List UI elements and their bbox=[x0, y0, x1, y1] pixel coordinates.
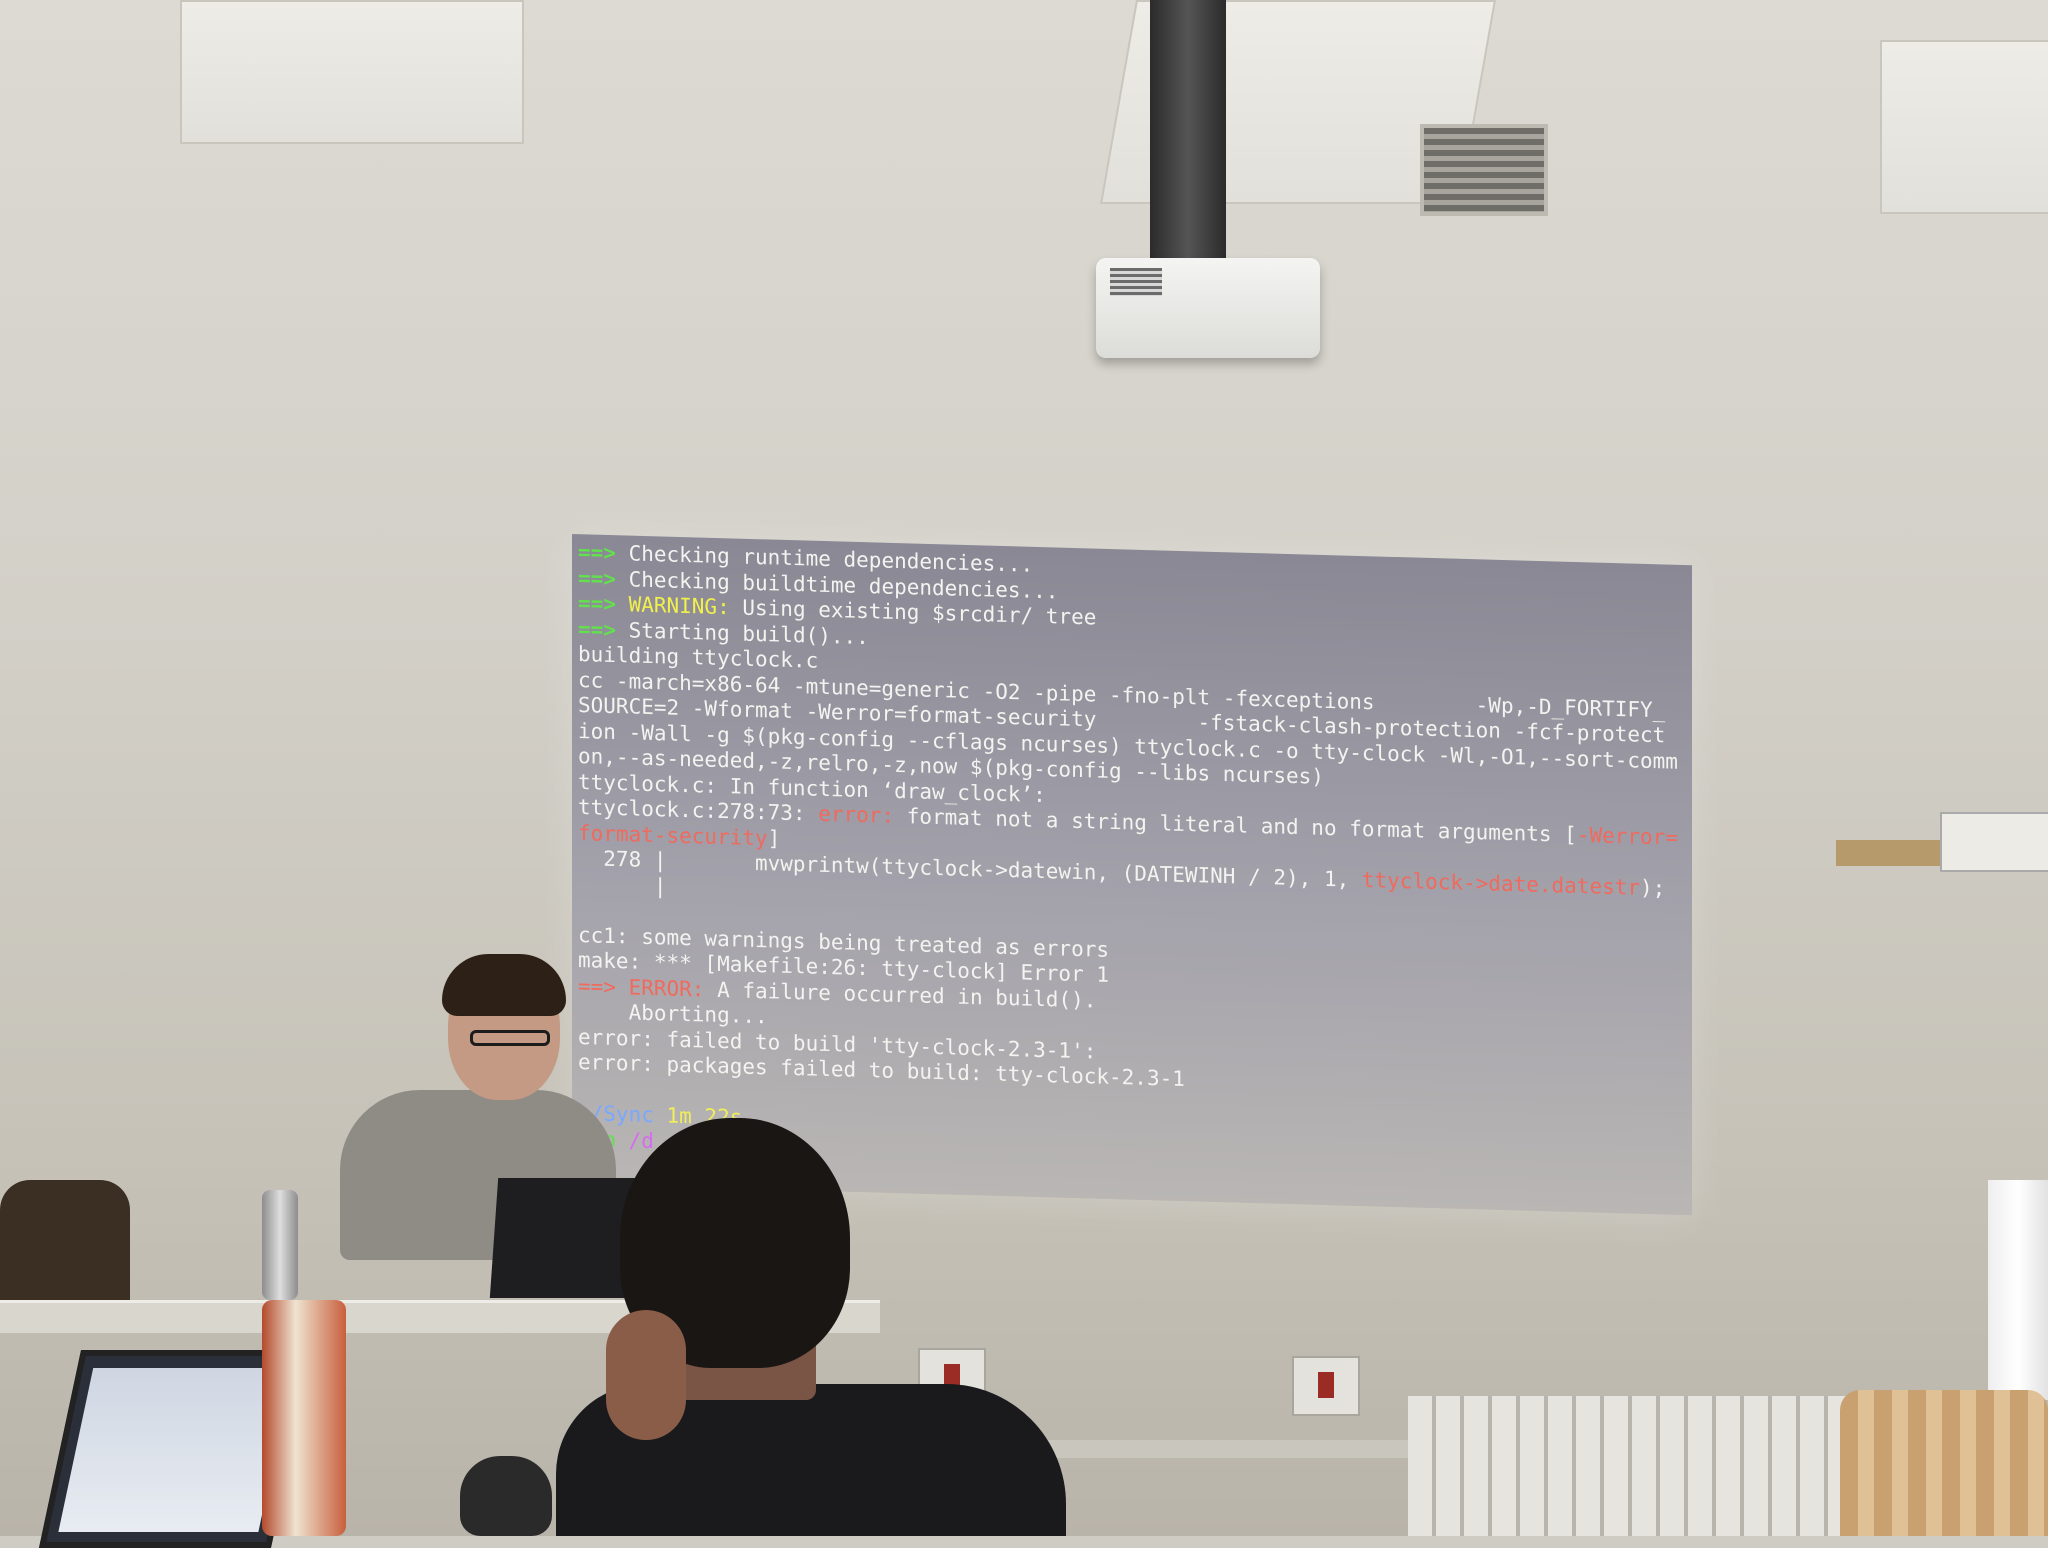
radiator bbox=[1408, 1396, 1848, 1536]
terminal-text-segment: ==> bbox=[578, 540, 629, 566]
ceiling-light-panel-left bbox=[180, 0, 524, 144]
paper-roll bbox=[1988, 1180, 2048, 1400]
projector-vent-grille bbox=[1110, 268, 1162, 296]
terminal-text-segment: ] bbox=[767, 825, 781, 851]
metal-bottle bbox=[262, 1190, 298, 1300]
wooden-furniture bbox=[1840, 1390, 2048, 1536]
audience-laptop-screen bbox=[58, 1368, 294, 1532]
wall-pipe bbox=[1040, 1440, 1420, 1458]
terminal-text-segment: -Werror= bbox=[1576, 822, 1678, 850]
stickered-thermos bbox=[262, 1300, 346, 1536]
projected-terminal: ==> Checking runtime dependencies... ==> … bbox=[578, 540, 1688, 1191]
presenter-laptop bbox=[489, 1178, 639, 1298]
terminal-text-segment: ERROR: bbox=[628, 974, 705, 1002]
terminal-text-segment: /d bbox=[615, 1127, 654, 1153]
ceiling-light-panel-right bbox=[1880, 40, 2048, 214]
air-vent bbox=[1420, 124, 1548, 216]
backpack bbox=[0, 1180, 130, 1310]
presenter-glasses bbox=[470, 1030, 550, 1046]
terminal-text-segment: ==> bbox=[578, 565, 629, 591]
terminal-text-segment: ==> bbox=[578, 973, 629, 999]
terminal-text-segment: WARNING: bbox=[628, 592, 730, 620]
wall-outlet-right bbox=[1292, 1356, 1360, 1416]
audience-member-hand bbox=[606, 1310, 686, 1440]
terminal-text-segment: ==> bbox=[578, 616, 629, 642]
wall-device bbox=[1940, 812, 2048, 872]
terminal-text-segment: ==> bbox=[578, 591, 629, 617]
mate-gourd bbox=[460, 1456, 552, 1536]
terminal-text-segment: ); bbox=[1640, 875, 1666, 901]
projector-mount bbox=[1150, 0, 1226, 262]
terminal-text-segment: | bbox=[578, 871, 667, 898]
presenter-hair bbox=[442, 954, 566, 1016]
terminal-text-segment: format-security bbox=[578, 820, 768, 850]
terminal-text-segment: error: bbox=[818, 801, 895, 828]
terminal-text-segment: Aborting... bbox=[578, 999, 768, 1029]
projector bbox=[1096, 258, 1320, 358]
